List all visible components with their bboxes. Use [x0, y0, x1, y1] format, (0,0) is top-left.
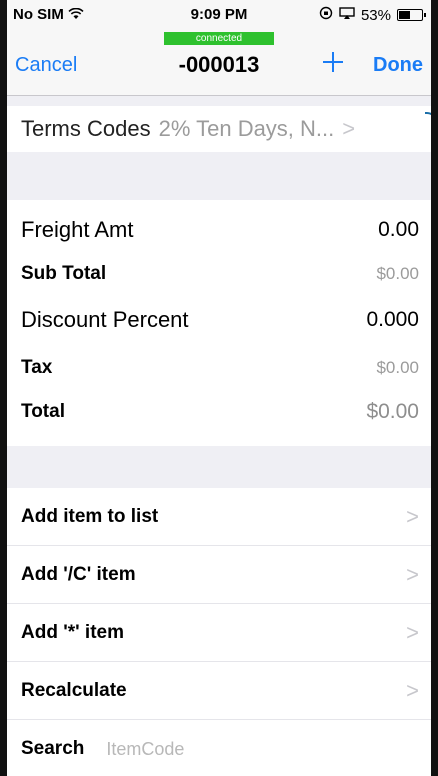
drag-handle-icon [425, 112, 431, 134]
discount-percent-row[interactable]: Discount Percent 0.000 [7, 300, 431, 340]
status-right: 53% [319, 6, 426, 24]
battery-percent: 53% [360, 6, 391, 24]
done-button[interactable]: Done [373, 54, 423, 77]
app-screen: No SIM 9:09 PM 53% connected Cancel -000… [7, 0, 431, 776]
total-label: Total [21, 401, 65, 422]
chevron-right-icon: > [406, 561, 419, 587]
freight-amt-value[interactable]: 0.00 [378, 218, 419, 242]
add-item-to-list-row[interactable]: Add item to list > [7, 488, 431, 546]
add-item-to-list-label: Add item to list [21, 505, 159, 527]
totals-section: Freight Amt 0.00 Sub Total $0.00 Discoun… [7, 200, 431, 446]
terms-codes-label: Terms Codes [21, 116, 151, 141]
actions-section: Add item to list > Add '/C' item > Add '… [7, 488, 431, 776]
connection-status-badge: connected [164, 32, 274, 45]
discount-percent-value[interactable]: 0.000 [366, 308, 419, 332]
add-star-item-row[interactable]: Add '*' item > [7, 604, 431, 662]
nav-bar: connected Cancel -000013 Done [7, 30, 431, 96]
tax-label: Tax [21, 357, 53, 378]
terms-row-content[interactable]: Terms Codes 2% Ten Days, N... > [7, 106, 431, 152]
battery-icon [397, 9, 426, 21]
tax-row: Tax $0.00 [7, 348, 431, 388]
search-input[interactable] [106, 738, 307, 760]
chevron-right-icon: > [342, 116, 356, 141]
terms-codes-value: 2% Ten Days, N... [158, 116, 335, 141]
page-title: -000013 [178, 52, 260, 77]
add-c-item-label: Add '/C' item [21, 563, 136, 585]
search-row: Search [7, 722, 431, 776]
chevron-right-icon: > [406, 619, 419, 645]
recalculate-row[interactable]: Recalculate > [7, 662, 431, 720]
discount-percent-label: Discount Percent [21, 307, 189, 332]
recalculate-label: Recalculate [21, 679, 127, 701]
terms-codes-row[interactable]: Terms Codes 2% Ten Days, N... > [7, 106, 431, 152]
tax-value: $0.00 [376, 358, 419, 377]
total-row: Total $0.00 [7, 392, 431, 432]
sub-total-row: Sub Total $0.00 [7, 254, 431, 294]
plus-icon[interactable] [321, 42, 345, 82]
chevron-right-icon: > [406, 503, 419, 529]
status-bar: No SIM 9:09 PM 53% [7, 0, 431, 30]
freight-amt-row[interactable]: Freight Amt 0.00 [7, 210, 431, 250]
rotation-lock-icon [319, 6, 333, 24]
total-value: $0.00 [366, 400, 419, 423]
add-star-item-label: Add '*' item [21, 621, 124, 643]
search-label: Search [21, 738, 85, 759]
battery-fill [399, 11, 410, 19]
sub-total-value: $0.00 [376, 264, 419, 283]
chevron-right-icon: > [406, 677, 419, 703]
freight-amt-label: Freight Amt [21, 217, 134, 242]
airplay-icon [339, 6, 355, 24]
add-c-item-row[interactable]: Add '/C' item > [7, 546, 431, 604]
sub-total-label: Sub Total [21, 263, 107, 284]
